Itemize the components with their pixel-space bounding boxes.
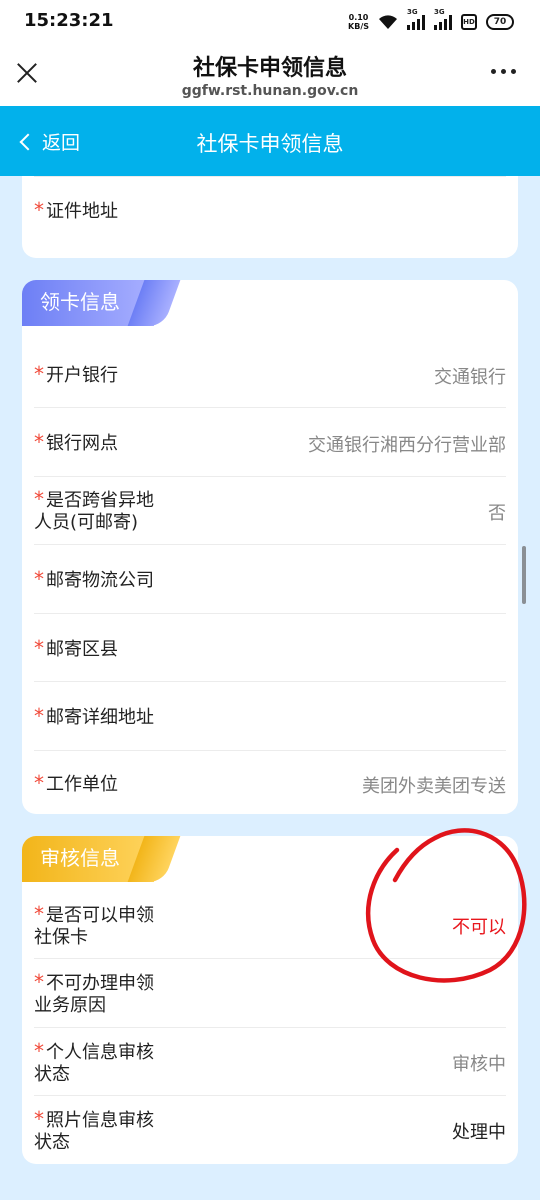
status-bar: 15:23:21 0.10 KB/S 3G 3G HD 70 bbox=[0, 0, 540, 44]
field-label: * 是否跨省异地 人员(可邮寄) bbox=[34, 487, 154, 533]
row-id-address[interactable]: * 证件地址 bbox=[34, 176, 506, 244]
card-info-section: 领卡信息 * 开户银行 交通银行 * 银行网点 交通银行湘西分行营业部 * 是否跨省异… bbox=[22, 280, 518, 814]
hd-icon: HD bbox=[461, 14, 477, 30]
review-section: 审核信息 * 是否可以申领 社保卡 不可以 * 不可办理申领 业务原因 * 个人信息审核状… bbox=[22, 836, 518, 1164]
net-speed: 0.10 KB/S bbox=[348, 13, 369, 31]
field-value: 审核中 bbox=[452, 1054, 506, 1075]
row-personal-review[interactable]: * 个人信息审核 状态 审核中 bbox=[34, 1028, 506, 1096]
scrollbar[interactable] bbox=[522, 546, 526, 604]
field-value: 交通银行湘西分行营业部 bbox=[308, 435, 506, 456]
page-title: 社保卡申领信息 bbox=[196, 132, 344, 156]
field-label: * 证件地址 bbox=[34, 198, 118, 222]
page-content[interactable]: * 证件地址 领卡信息 * 开户银行 交通银行 * 银行网点 交通银行湘西分行营业部 … bbox=[0, 176, 540, 1200]
section-badge: 领卡信息 bbox=[22, 280, 154, 326]
field-label: * 不可办理申领 业务原因 bbox=[34, 970, 154, 1016]
field-value: 交通银行 bbox=[434, 367, 506, 388]
field-value: 不可以 bbox=[452, 917, 506, 938]
field-value: 处理中 bbox=[452, 1122, 506, 1143]
address-card: * 证件地址 bbox=[22, 176, 518, 258]
field-value: 美团外卖美团专送 bbox=[362, 776, 506, 797]
row-bank[interactable]: * 开户银行 交通银行 bbox=[34, 340, 506, 408]
field-label: * 照片信息审核 状态 bbox=[34, 1107, 154, 1153]
battery-icon: 70 bbox=[486, 14, 514, 30]
more-icon[interactable] bbox=[491, 69, 516, 74]
wifi-icon bbox=[379, 15, 397, 29]
row-employer[interactable]: * 工作单位 美团外卖美团专送 bbox=[34, 751, 506, 814]
field-label: * 工作单位 bbox=[34, 771, 118, 795]
browser-header: 社保卡申领信息 ggfw.rst.hunan.gov.cn bbox=[0, 44, 540, 106]
field-label: * 个人信息审核 状态 bbox=[34, 1039, 154, 1085]
field-value: 否 bbox=[488, 503, 506, 524]
status-time: 15:23:21 bbox=[24, 10, 114, 31]
field-label: * 邮寄详细地址 bbox=[34, 704, 154, 728]
row-reason[interactable]: * 不可办理申领 业务原因 bbox=[34, 959, 506, 1028]
row-photo-review[interactable]: * 照片信息审核 状态 处理中 bbox=[34, 1096, 506, 1164]
browser-title: 社保卡申领信息 bbox=[192, 56, 347, 81]
status-icons: 0.10 KB/S 3G 3G HD 70 bbox=[348, 8, 514, 34]
row-branch[interactable]: * 银行网点 交通银行湘西分行营业部 bbox=[34, 408, 506, 477]
app-navbar: 返回 社保卡申领信息 bbox=[0, 106, 540, 176]
row-district[interactable]: * 邮寄区县 bbox=[34, 614, 506, 682]
row-courier[interactable]: * 邮寄物流公司 bbox=[34, 545, 506, 614]
row-mail-address[interactable]: * 邮寄详细地址 bbox=[34, 682, 506, 751]
browser-url: ggfw.rst.hunan.gov.cn bbox=[181, 83, 359, 99]
section-badge: 审核信息 bbox=[22, 836, 154, 882]
field-label: * 银行网点 bbox=[34, 430, 118, 454]
signal-icon: 3G bbox=[434, 8, 452, 30]
field-label: * 开户银行 bbox=[34, 362, 118, 386]
field-label: * 邮寄物流公司 bbox=[34, 567, 154, 591]
field-label: * 邮寄区县 bbox=[34, 636, 118, 660]
field-label: * 是否可以申领 社保卡 bbox=[34, 902, 154, 948]
row-cross-province[interactable]: * 是否跨省异地 人员(可邮寄) 否 bbox=[34, 477, 506, 545]
row-eligible[interactable]: * 是否可以申领 社保卡 不可以 bbox=[34, 891, 506, 959]
signal-icon: 3G bbox=[407, 8, 425, 30]
